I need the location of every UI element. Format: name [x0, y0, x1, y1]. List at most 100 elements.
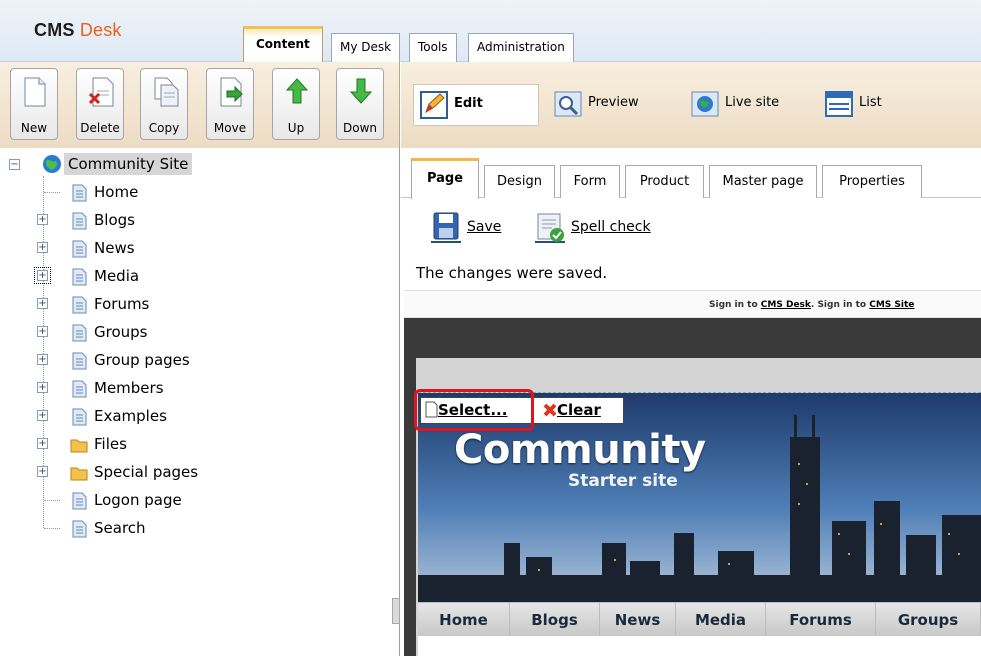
- sign-in-middle: . Sign in to: [810, 300, 870, 310]
- delete-button[interactable]: Delete: [76, 68, 124, 140]
- tab-content[interactable]: Content: [243, 26, 323, 62]
- live-site-globe-icon: [691, 91, 719, 117]
- copy-button[interactable]: Copy: [140, 68, 188, 140]
- tree-expand-toggle[interactable]: +: [37, 382, 48, 393]
- save-button[interactable]: Save: [429, 211, 519, 245]
- down-button-label: Down: [342, 121, 377, 135]
- document-actions-toolbar: New Delete Copy Move Up Down: [0, 62, 400, 148]
- page-icon: [72, 240, 87, 258]
- site-nav-forums[interactable]: Forums: [766, 603, 876, 637]
- tree-item-group-pages[interactable]: Group pages: [70, 349, 270, 371]
- tree-expand-toggle[interactable]: +: [37, 354, 48, 365]
- tree-expand-toggle[interactable]: +: [37, 410, 48, 421]
- tree-expand-toggle[interactable]: +: [37, 438, 48, 449]
- preview-magnifier-icon: [554, 91, 582, 117]
- list-mode-button[interactable]: List: [825, 87, 915, 119]
- spell-check-button[interactable]: Spell check: [533, 211, 673, 245]
- site-nav-media[interactable]: Media: [676, 603, 766, 637]
- globe-icon: [43, 155, 61, 173]
- edit-mode-button[interactable]: Edit: [413, 84, 539, 126]
- tree-expand-toggle[interactable]: +: [34, 267, 51, 284]
- content-tree: − Community Site Home + Blogs + News + Media + F…: [0, 148, 400, 656]
- tree-connector: [44, 528, 60, 529]
- move-button-label: Move: [213, 121, 247, 135]
- tree-item-examples[interactable]: Examples: [70, 405, 270, 427]
- page-icon: [72, 212, 87, 230]
- spell-check-icon: [535, 213, 565, 243]
- pane-splitter-handle[interactable]: [392, 598, 400, 624]
- tree-connector: [44, 192, 60, 193]
- tab-tools[interactable]: Tools: [409, 33, 457, 62]
- top-bar: CMS Desk Content My Desk Tools Administr…: [0, 0, 981, 62]
- tree-item-label: Forums: [94, 295, 150, 313]
- spell-check-label: Spell check: [571, 219, 651, 235]
- site-nav-home[interactable]: Home: [418, 603, 510, 637]
- tab-product[interactable]: Product: [625, 165, 704, 198]
- live-site-label: Live site: [725, 95, 780, 110]
- app-logo: CMS Desk: [34, 20, 122, 41]
- sign-in-prefix: Sign in to: [709, 300, 761, 310]
- page-icon: [72, 324, 87, 342]
- site-navigation: Home Blogs News Media Forums Groups: [418, 602, 981, 637]
- up-button[interactable]: Up: [272, 68, 320, 140]
- tree-item-label: Media: [94, 267, 140, 285]
- tree-expand-toggle[interactable]: +: [37, 242, 48, 253]
- tree-expand-toggle[interactable]: +: [37, 466, 48, 477]
- page-actions: Save Spell check: [401, 199, 981, 259]
- status-message: The changes were saved.: [416, 264, 608, 282]
- list-icon: [825, 91, 853, 117]
- tree-item-label: Groups: [94, 323, 148, 341]
- new-button[interactable]: New: [10, 68, 58, 140]
- tree-item-special-pages[interactable]: Special pages: [70, 461, 270, 483]
- site-nav-groups[interactable]: Groups: [876, 603, 981, 637]
- tree-item-home[interactable]: Home: [70, 181, 270, 203]
- cms-desk-link[interactable]: CMS Desk: [761, 300, 811, 310]
- tree-item-media[interactable]: Media: [70, 265, 270, 287]
- tree-item-search[interactable]: Search: [70, 517, 270, 539]
- sign-in-bar: Sign in to CMS Desk. Sign in to CMS Site: [404, 290, 981, 318]
- page-icon: [72, 184, 87, 202]
- tree-item-files[interactable]: Files: [70, 433, 270, 455]
- tree-item-news[interactable]: News: [70, 237, 270, 259]
- copy-document-icon: [154, 77, 179, 107]
- view-mode-toolbar: Edit Preview Live site List: [401, 62, 981, 148]
- tree-root[interactable]: Community Site: [0, 153, 250, 175]
- move-button[interactable]: Move: [206, 68, 254, 140]
- site-nav-news[interactable]: News: [600, 603, 676, 637]
- list-mode-label: List: [859, 95, 882, 110]
- clear-image-link[interactable]: Clear: [543, 398, 601, 423]
- tree-expand-toggle[interactable]: +: [37, 214, 48, 225]
- tree-connector: [44, 500, 60, 501]
- down-button[interactable]: Down: [336, 68, 384, 140]
- page-icon: [72, 408, 87, 426]
- tree-item-label: Logon page: [94, 491, 182, 509]
- new-button-label: New: [20, 121, 48, 135]
- cms-site-link[interactable]: CMS Site: [869, 300, 914, 310]
- tree-expand-toggle[interactable]: +: [37, 298, 48, 309]
- tree-item-groups[interactable]: Groups: [70, 321, 270, 343]
- page-icon: [72, 492, 87, 510]
- banner-subtitle: Starter site: [568, 471, 678, 491]
- tab-form[interactable]: Form: [560, 165, 620, 198]
- page-icon: [72, 296, 87, 314]
- tab-my-desk[interactable]: My Desk: [331, 33, 401, 62]
- tree-expand-toggle[interactable]: +: [37, 326, 48, 337]
- preview-mode-button[interactable]: Preview: [554, 87, 664, 119]
- banner-title: Community: [454, 427, 706, 473]
- tab-properties[interactable]: Properties: [822, 165, 922, 198]
- tab-master-page[interactable]: Master page: [709, 165, 817, 198]
- edit-pencil-icon: [420, 91, 448, 119]
- new-document-icon: [24, 77, 46, 107]
- site-nav-blogs[interactable]: Blogs: [510, 603, 600, 637]
- tree-item-blogs[interactable]: Blogs: [70, 209, 270, 231]
- tree-item-members[interactable]: Members: [70, 377, 270, 399]
- tree-item-forums[interactable]: Forums: [70, 293, 270, 315]
- annotation-highlight: [414, 389, 534, 431]
- tab-design[interactable]: Design: [484, 165, 555, 198]
- tree-item-logon-page[interactable]: Logon page: [70, 489, 270, 511]
- folder-icon: [70, 439, 88, 453]
- live-site-button[interactable]: Live site: [691, 87, 801, 119]
- clear-label: Clear: [557, 401, 601, 419]
- tab-page[interactable]: Page: [411, 158, 479, 199]
- tab-administration[interactable]: Administration: [468, 33, 574, 62]
